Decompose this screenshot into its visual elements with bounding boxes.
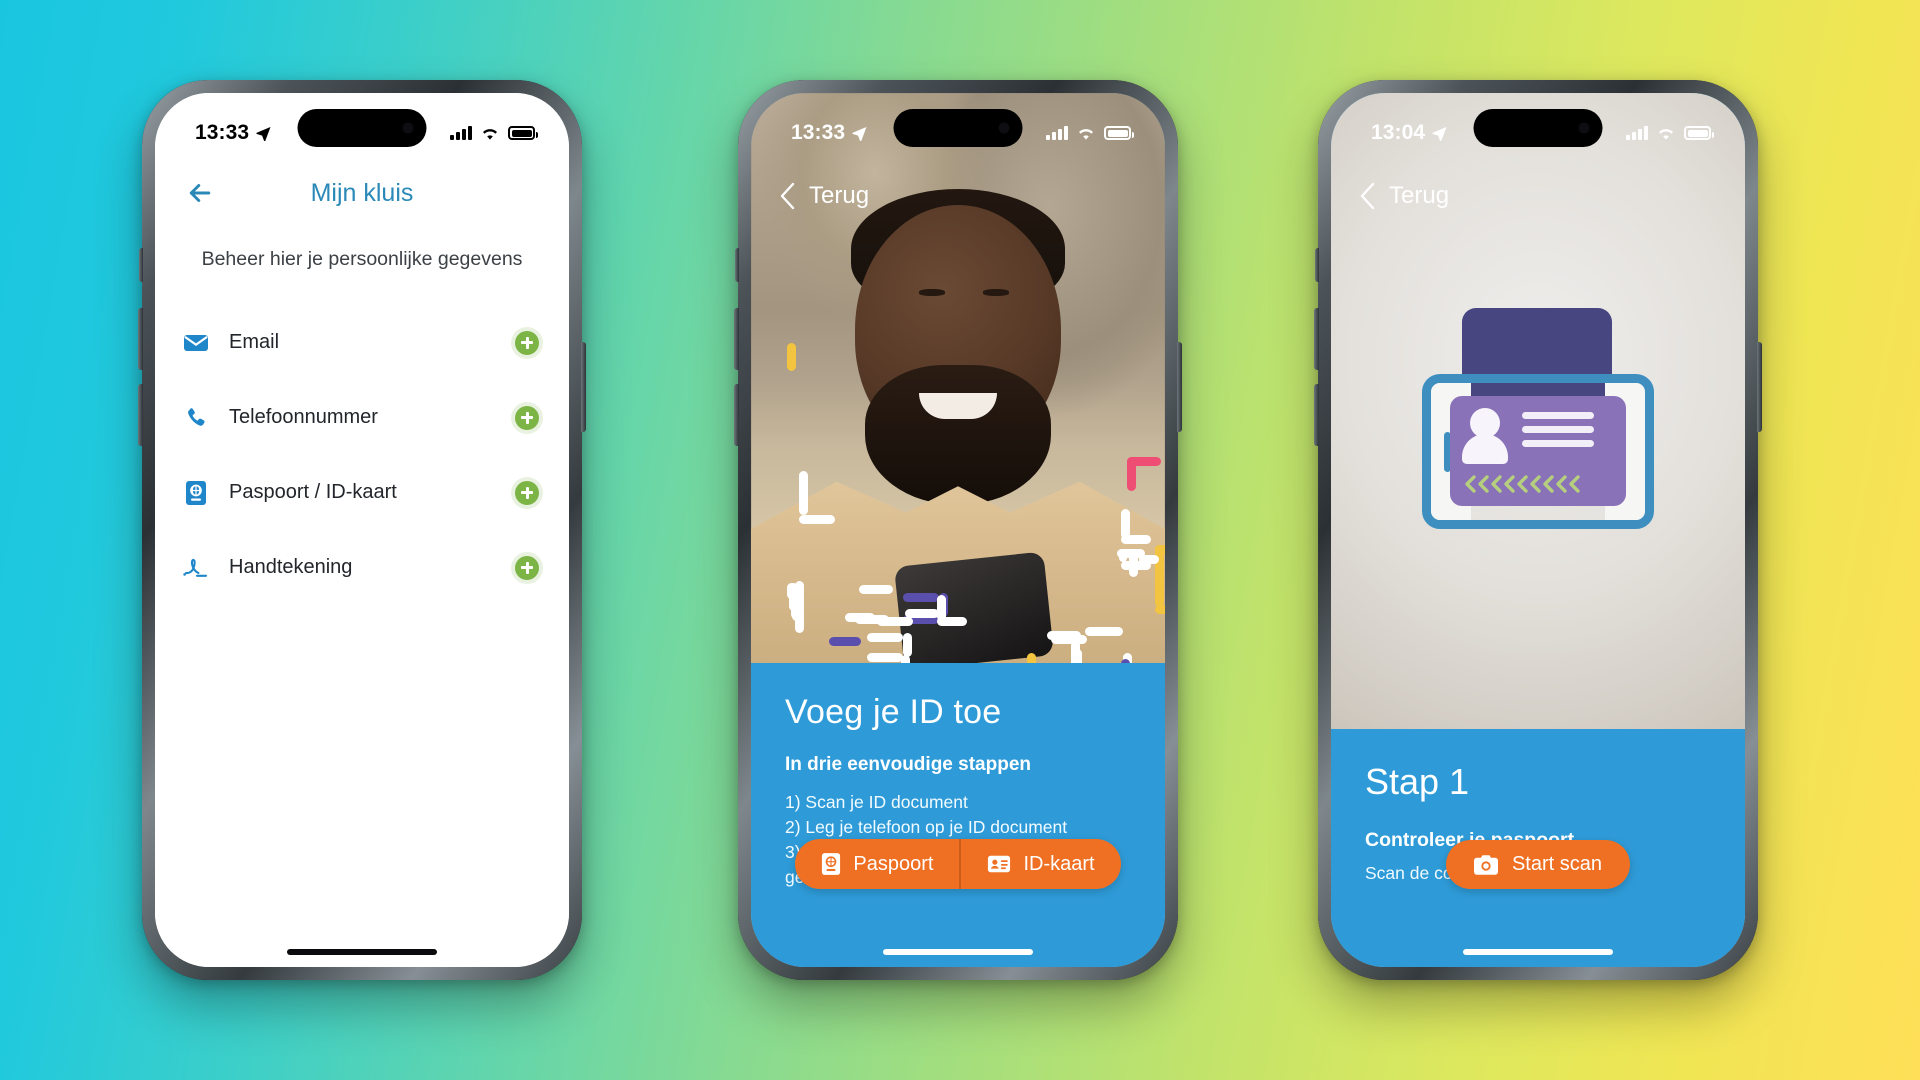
volume-up-button[interactable] [138, 308, 143, 370]
passport-icon [183, 480, 209, 506]
volume-down-button[interactable] [138, 384, 143, 446]
action-buttons-3: Start scan [1331, 840, 1745, 889]
cellular-bars-icon [1626, 126, 1648, 140]
battery-icon [1104, 126, 1134, 140]
wifi-icon [1079, 128, 1093, 140]
panel-subheading: In drie eenvoudige stappen [785, 754, 1031, 775]
list-item-paspoort-id-kaart[interactable]: Paspoort / ID-kaart [155, 455, 569, 530]
plus-circle-icon[interactable] [515, 330, 539, 355]
wifi-icon [1659, 128, 1673, 140]
volume-down-button[interactable] [1314, 384, 1319, 446]
document-type-segmented-control: Paspoort ID-kaart [795, 839, 1121, 889]
status-bar-time: 13:04 [1371, 121, 1426, 144]
envelope-icon [183, 333, 209, 353]
info-panel-2: Voeg je ID toe In drie eenvoudige stappe… [751, 663, 1165, 967]
list-item-handtekening[interactable]: Handtekening [155, 530, 569, 605]
camera-icon [1473, 854, 1498, 875]
cellular-bars-icon [1046, 126, 1068, 140]
status-bar-left-2: 13:33 [791, 121, 867, 145]
back-button-label: Terug [809, 182, 870, 209]
screenshot-stage: 13:33 Mijn kluis Beheer hier je persoonl… [0, 0, 1920, 1080]
list-item-label: Handtekening [229, 556, 353, 578]
vault-item-list: Email Telefoonnummer Paspoort / ID-kaart… [155, 305, 569, 605]
battery-icon [1684, 126, 1714, 140]
list-item-label: Paspoort / ID-kaart [229, 481, 397, 503]
panel-heading: Stap 1 [1365, 761, 1470, 802]
step-line: 1) Scan je ID document [785, 792, 968, 812]
id-kaart-button-label: ID-kaart [1023, 852, 1095, 875]
mijn-kluis-screen: 13:33 Mijn kluis Beheer hier je persoonl… [155, 93, 569, 967]
mute-switch[interactable] [735, 248, 739, 282]
power-button[interactable] [581, 342, 586, 432]
phone-screen-3: 13:04 Terug Stap 1 Controleer Scan de St… [1331, 93, 1745, 967]
status-bar-right-1 [450, 126, 538, 141]
passport-icon [822, 853, 841, 875]
dynamic-island-2 [893, 109, 1023, 147]
card-text-lines [1522, 412, 1594, 454]
navigation-bar-1: Mijn kluis [155, 165, 569, 221]
step-line: 2) Leg je telefoon op je ID document [785, 817, 1068, 837]
cellular-bars-icon [450, 126, 472, 140]
home-indicator-3[interactable] [1463, 949, 1613, 955]
plus-circle-icon[interactable] [515, 405, 539, 430]
paspoort-button-label: Paspoort [853, 852, 934, 875]
wifi-icon [483, 128, 497, 140]
home-indicator-1[interactable] [287, 949, 437, 955]
signature-icon [183, 557, 209, 579]
stap-1-screen: 13:04 Terug Stap 1 Controleer Scan de St… [1331, 93, 1745, 967]
page-subtitle: Beheer hier je persoonlijke gegevens [201, 248, 523, 270]
plus-circle-icon[interactable] [515, 555, 539, 580]
phone-screen-2: 13:33 Terug Voeg je ID toe In drie eenvo… [751, 93, 1165, 967]
chevron-left-icon [780, 182, 795, 210]
power-button[interactable] [1177, 342, 1182, 432]
mute-switch[interactable] [139, 248, 143, 282]
location-arrow-icon [852, 126, 867, 141]
list-item-label: Telefoonnummer [229, 406, 378, 428]
battery-icon [508, 126, 538, 140]
dynamic-island-3 [1473, 109, 1603, 147]
back-button-3[interactable]: Terug [1357, 181, 1449, 211]
location-arrow-icon [1432, 126, 1447, 141]
page-title: Mijn kluis [310, 178, 414, 207]
list-item-telefoonnummer[interactable]: Telefoonnummer [155, 380, 569, 455]
dynamic-island-1 [297, 109, 427, 147]
phone-screen-1: 13:33 Mijn kluis Beheer hier je persoonl… [155, 93, 569, 967]
id-card-icon [988, 855, 1011, 873]
mute-switch[interactable] [1315, 248, 1319, 282]
phone-icon [183, 406, 209, 430]
list-item-label: Email [229, 331, 280, 353]
id-kaart-button[interactable]: ID-kaart [959, 839, 1120, 889]
volume-down-button[interactable] [734, 384, 739, 446]
start-scan-button-label: Start scan [1511, 853, 1603, 875]
action-buttons-2: Paspoort ID-kaart [751, 839, 1165, 889]
back-button-label: Terug [1389, 182, 1450, 209]
hero-photo [751, 93, 1165, 663]
phone-mockup-3: 13:04 Terug Stap 1 Controleer Scan de St… [1314, 80, 1762, 980]
phone-on-id-document-illustration [1422, 308, 1654, 568]
list-item-email[interactable]: Email [155, 305, 569, 380]
plus-circle-icon[interactable] [515, 480, 539, 505]
chevron-left-icon [1360, 182, 1375, 210]
volume-up-button[interactable] [1314, 308, 1319, 370]
home-indicator-2[interactable] [883, 949, 1033, 955]
status-bar-right-2 [1046, 126, 1134, 141]
paspoort-button[interactable]: Paspoort [795, 839, 959, 889]
status-bar-left-1: 13:33 [195, 121, 271, 145]
power-button[interactable] [1757, 342, 1762, 432]
phone-mockup-2: 13:33 Terug Voeg je ID toe In drie eenvo… [734, 80, 1182, 980]
panel-heading: Voeg je ID toe [785, 693, 1002, 731]
back-button-2[interactable]: Terug [777, 181, 869, 211]
status-bar-left-3: 13:04 [1371, 121, 1447, 145]
start-scan-button[interactable]: Start scan [1445, 840, 1631, 889]
voeg-je-id-toe-screen: 13:33 Terug Voeg je ID toe In drie eenvo… [751, 93, 1165, 967]
status-bar-time: 13:33 [791, 121, 846, 144]
location-arrow-icon [256, 126, 271, 141]
mrz-chevrons-icon [1462, 474, 1590, 494]
volume-up-button[interactable] [734, 308, 739, 370]
status-bar-time: 13:33 [195, 121, 250, 144]
phone-mockup-1: 13:33 Mijn kluis Beheer hier je persoonl… [138, 80, 586, 980]
status-bar-right-3 [1626, 126, 1714, 141]
